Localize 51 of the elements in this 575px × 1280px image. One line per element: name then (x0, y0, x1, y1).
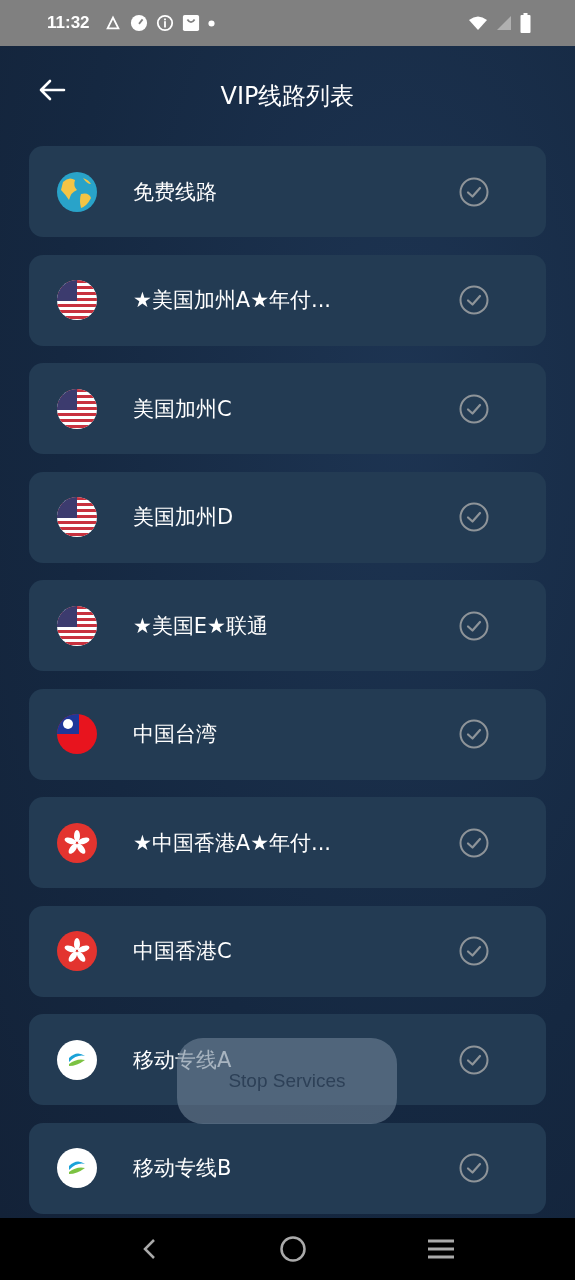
info-icon (155, 14, 174, 32)
line-item[interactable]: 中国香港C (29, 905, 546, 997)
line-name: 美国加州D (133, 504, 235, 531)
globe-icon (57, 171, 97, 212)
check-circle-icon[interactable] (459, 936, 489, 966)
menu-icon[interactable] (427, 1238, 456, 1260)
bag-icon (181, 14, 200, 32)
network-logo-icon (57, 1148, 97, 1188)
flag-icon (57, 605, 97, 646)
dot-icon (207, 19, 215, 27)
line-item[interactable]: 美国加州C (29, 363, 546, 454)
page-title: VIP线路列表 (220, 81, 355, 112)
clock-time: 11:32 (47, 13, 90, 33)
check-circle-icon[interactable] (459, 1044, 489, 1075)
speedometer-icon (129, 14, 148, 32)
line-name: ★中国香港A★年付... (133, 829, 333, 857)
line-name: 美国加州C (133, 395, 233, 423)
line-name: ★美国E★联通 (133, 612, 269, 640)
check-circle-icon[interactable] (459, 1153, 489, 1183)
battery-icon (520, 13, 531, 33)
flag-icon (57, 714, 97, 754)
check-circle-icon[interactable] (459, 719, 489, 749)
line-item[interactable]: ★美国E★联通 (29, 580, 546, 671)
check-circle-icon[interactable] (459, 285, 489, 315)
network-logo-icon (57, 1039, 97, 1080)
flag-icon (57, 388, 97, 429)
line-name: 移动专线A (133, 1046, 233, 1074)
check-circle-icon[interactable] (459, 502, 489, 532)
line-item[interactable]: 免费线路 (29, 146, 546, 237)
check-circle-icon[interactable] (459, 610, 489, 641)
line-item[interactable]: 中国台湾 (29, 688, 546, 780)
line-name: 中国台湾 (133, 721, 218, 748)
line-item[interactable]: 美国加州D (29, 471, 546, 563)
check-circle-icon[interactable] (459, 827, 489, 858)
line-name: 免费线路 (133, 178, 218, 206)
line-item[interactable]: ★中国香港A★年付... (29, 797, 546, 888)
back-arrow-icon[interactable] (38, 78, 66, 102)
line-item[interactable]: 移动专线B (29, 1122, 546, 1214)
check-circle-icon[interactable] (459, 176, 489, 207)
flag-icon (57, 497, 97, 537)
signal-icon (496, 15, 512, 31)
line-name: 移动专线B (133, 1155, 233, 1182)
line-name: ★美国加州A★年付... (133, 287, 333, 314)
line-item[interactable]: ★美国加州A★年付... (29, 254, 546, 346)
flag-icon (57, 822, 97, 863)
line-name: 中国香港C (133, 938, 233, 965)
flag-icon (57, 931, 97, 971)
flag-icon (57, 280, 97, 320)
check-circle-icon[interactable] (459, 393, 489, 424)
home-icon[interactable] (279, 1235, 308, 1263)
wifi-icon (468, 15, 488, 31)
